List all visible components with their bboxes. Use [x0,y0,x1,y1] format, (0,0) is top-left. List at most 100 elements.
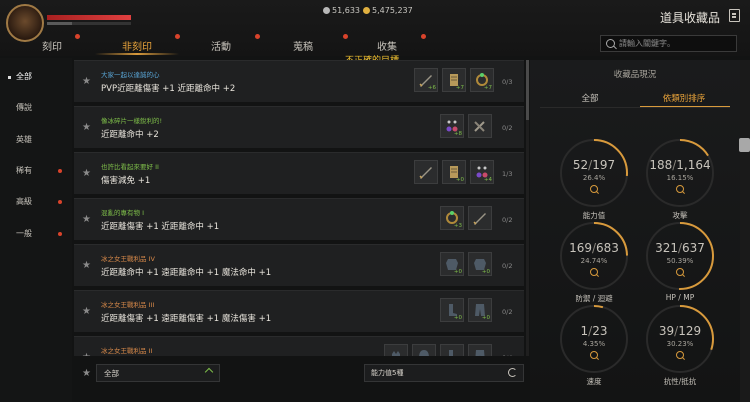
item-slot[interactable]: +7 [442,68,466,92]
enchant-level: +3 [453,223,462,229]
enchant-level: +0 [453,315,462,321]
stat-progress-ring[interactable]: 1/23 4.35% 速度 [559,304,629,386]
set-progress-count: 0/2 [502,308,513,316]
collection-book-icon[interactable] [729,9,740,22]
item-slot[interactable]: +4 [470,160,494,184]
stat-progress-ring[interactable]: 39/129 30.23% 抗性/抵抗 [645,304,715,386]
sidebar-item-legendary[interactable]: 傳說 [0,101,72,115]
stat-label: 防禦 / 迴避 [575,294,613,303]
stat-progress-ring[interactable]: 52/197 26.4% 能力值 [559,138,629,220]
item-slot[interactable] [468,344,492,356]
refresh-icon[interactable] [508,368,517,377]
sidebar-item-normal[interactable]: 一般 [0,227,72,241]
item-slot[interactable]: +0 [440,252,464,276]
item-slot[interactable]: +7 [470,68,494,92]
sword-icon [472,210,488,226]
stat-progress-ring[interactable]: 169/683 24.74% 防禦 / 迴避 [559,221,629,303]
collection-set-row[interactable]: ★冰之女王戰利品 II物理防禦力 +10/4 [74,336,524,356]
stat-current: 321 [655,241,678,255]
tab-event[interactable]: 活動 [186,38,256,53]
favorite-star-icon[interactable]: ★ [82,352,91,356]
favorite-filter-star-icon[interactable]: ★ [82,368,91,379]
collection-set-row[interactable]: ★ 像冰碎片一樣銳利的! 近距離命中 +2 0/2 +8 [74,106,524,148]
stat-label: 速度 [586,377,602,386]
stat-filter-dropdown[interactable]: 能力值5種 [364,364,524,382]
item-slot[interactable] [412,344,436,356]
set-bonus: 近距離傷害 +1 遠距離傷害 +1 魔法傷害 +1 [101,314,272,324]
stat-percent: 24.74% [580,257,608,265]
magnify-icon[interactable] [676,351,684,359]
favorite-star-icon[interactable]: ★ [82,168,91,179]
collection-set-row[interactable]: ★ 也許比看起來要好 II 傷害減免 +1 1/3 +0 +4 [74,152,524,194]
tab-status-all[interactable]: 全部 [544,92,636,104]
gold-amount: 5,475,237 [372,6,413,15]
favorite-star-icon[interactable]: ★ [82,260,91,271]
tab-collection[interactable]: 收集 [352,38,422,53]
collection-set-row[interactable]: ★ 冰之女王戰利品 IV 近距離命中 +1 遠距離命中 +1 魔法命中 +1 0/2 +… [74,244,524,286]
grade-filter-value: 全部 [104,369,119,378]
item-slot[interactable]: +0 [468,252,492,276]
gold-currency: 5,475,237 [363,6,413,15]
item-slot[interactable] [468,114,492,138]
scrollbar-thumb[interactable] [526,60,529,120]
item-slot[interactable] [440,344,464,356]
grade-filter-dropdown[interactable]: 全部 [96,364,220,382]
sidebar-item-label: 傳說 [16,103,32,112]
set-progress-count: 0/3 [502,78,513,86]
favorite-star-icon[interactable]: ★ [82,306,91,317]
magnify-icon[interactable] [590,185,598,193]
set-bonus: 近距離命中 +2 [101,130,159,140]
hp-bar [47,15,131,20]
magnify-icon[interactable] [676,268,684,276]
favorite-star-icon[interactable]: ★ [82,122,91,133]
side-panel-toggle-button[interactable] [739,138,750,152]
collection-set-row[interactable]: ★ 冰之女王戰利品 III 近距離傷害 +1 遠距離傷害 +1 魔法傷害 +1 0/2… [74,290,524,332]
sidebar-item-all[interactable]: 全部 [0,70,72,84]
magnify-icon[interactable] [590,268,598,276]
collection-set-list[interactable]: ★ 大家一起以達誠的心 PVP近距離傷害 +1 近距離命中 +2 0/3 +6 +7 +7 ★… [74,60,524,356]
item-slot[interactable] [468,206,492,230]
tab-collect-draft[interactable]: 蒐稿 [268,38,338,53]
stat-progress-ring[interactable]: 188/1,164 16.15% 攻擊 [645,138,715,220]
enchant-level: +0 [481,315,490,321]
tab-status-by-category[interactable]: 依類別排序 [638,92,730,104]
magnify-icon[interactable] [676,185,684,193]
item-slot[interactable]: +8 [440,114,464,138]
set-progress-count: 0/2 [502,216,513,224]
item-slot[interactable]: +6 [414,68,438,92]
enchant-level: +0 [481,269,490,275]
tab-non-engraved[interactable]: 非刻印 [102,38,172,53]
search-input[interactable] [619,37,731,50]
sidebar-item-heroic[interactable]: 英雄 [0,133,72,147]
collection-set-row[interactable]: ★ 混亂的專有物 I 近距離傷害 +1 近距離命中 +1 0/2 +3 [74,198,524,240]
set-progress-count: 0/4 [502,354,512,356]
silver-currency: 51,633 [323,6,360,15]
stat-percent: 4.35% [582,340,606,348]
tab-engraved[interactable]: 刻印 [17,38,87,53]
magnify-icon[interactable] [590,351,598,359]
active-status-tab-underline [640,106,730,107]
stat-progress-ring[interactable]: 321/637 50.39% HP / MP [645,221,715,302]
search-icon[interactable] [606,39,615,48]
favorite-star-icon[interactable]: ★ [82,76,91,87]
collection-set-row[interactable]: ★ 大家一起以達誠的心 PVP近距離傷害 +1 近距離命中 +2 0/3 +6 +7 +7 [74,60,524,102]
tab-alert-dot [343,34,348,39]
sidebar-item-rare[interactable]: 稀有 [0,164,72,178]
gloves-icon [388,348,404,356]
search-box[interactable] [600,35,737,52]
item-slot[interactable] [414,160,438,184]
item-slot[interactable]: +0 [468,298,492,322]
character-portrait[interactable] [6,4,44,42]
boots-icon [444,348,460,356]
favorite-star-icon[interactable]: ★ [82,214,91,225]
sidebar-item-advanced[interactable]: 高級 [0,195,72,209]
item-slot[interactable]: +0 [442,160,466,184]
set-bonus: 近距離命中 +1 遠距離命中 +1 魔法命中 +1 [101,268,272,278]
gold-coin-icon [363,7,370,14]
item-slot[interactable]: +0 [440,298,464,322]
stat-total: 1,164 [676,158,711,172]
stat-percent: 30.23% [666,340,694,348]
item-slot[interactable]: +3 [440,206,464,230]
item-slot[interactable] [384,344,408,356]
stat-count: 1/23 [580,324,608,338]
